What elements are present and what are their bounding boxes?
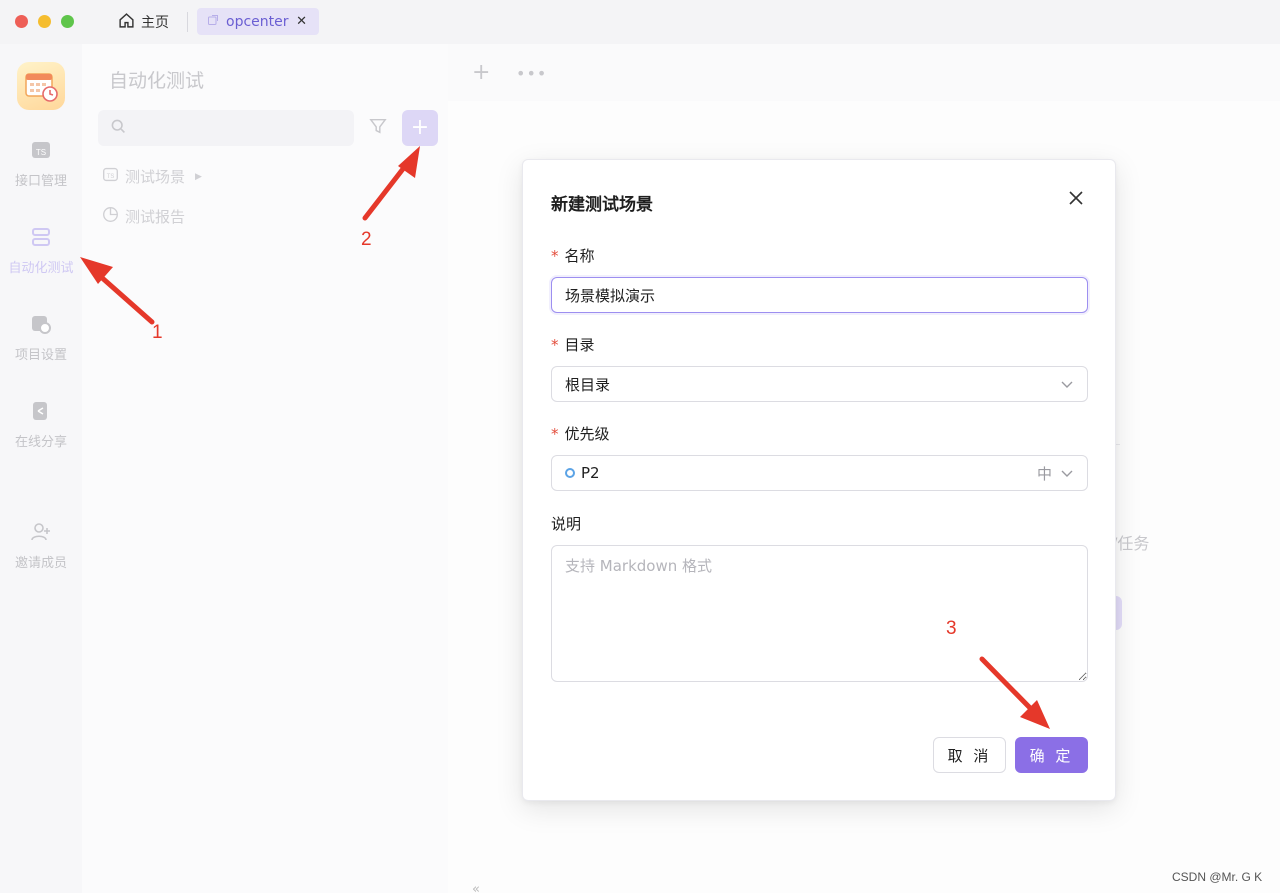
app-logo — [17, 62, 65, 110]
priority-dot-icon — [565, 468, 575, 478]
tree-item-test-scenario[interactable]: TS 测试场景 ▶ — [102, 166, 202, 187]
annotation-step-2: 2 — [361, 229, 372, 250]
directory-field-label: * 目录 — [551, 334, 595, 355]
name-label-text: 名称 — [564, 247, 595, 265]
tab-opcenter-label: opcenter — [226, 13, 289, 30]
confirm-button[interactable]: 确 定 — [1015, 737, 1088, 773]
nav-item-label: 接口管理 — [14, 174, 67, 189]
required-mark: * — [551, 424, 559, 443]
tab-opcenter[interactable]: opcenter ✕ — [197, 8, 319, 35]
nav-item-automation-test[interactable]: 自动化测试 — [0, 227, 82, 276]
chevron-down-icon — [1060, 466, 1074, 480]
more-icon[interactable]: ••• — [516, 64, 547, 83]
new-tab-plus-icon[interactable]: + — [472, 62, 490, 84]
svg-text:TS: TS — [36, 148, 46, 157]
dialog-close-button[interactable] — [1066, 190, 1086, 210]
new-scenario-dialog: 新建测试场景 * 名称 * 目录 根目录 * 优先级 P2 中 说明 取 消 确… — [522, 159, 1116, 801]
required-mark: * — [551, 246, 559, 265]
close-window-button[interactable] — [15, 15, 28, 28]
report-pie-icon — [102, 206, 119, 227]
tab-close-icon[interactable]: ✕ — [296, 14, 307, 29]
tree-item-test-report[interactable]: 测试报告 — [102, 206, 185, 227]
external-link-icon — [207, 14, 219, 30]
annotation-step-3: 3 — [946, 618, 957, 639]
scenario-icon: TS — [102, 166, 119, 187]
invite-member-icon — [31, 522, 51, 546]
priority-select[interactable]: P2 中 — [551, 455, 1088, 491]
description-label-text: 说明 — [551, 515, 582, 533]
filter-button[interactable] — [364, 111, 392, 145]
tab-divider — [187, 12, 188, 32]
description-field-label: 说明 — [551, 513, 581, 534]
add-scenario-button[interactable]: + — [402, 110, 438, 146]
tab-home[interactable]: 主页 — [118, 11, 169, 33]
name-field-label: * 名称 — [551, 245, 595, 266]
name-input[interactable] — [551, 277, 1088, 313]
minimize-window-button[interactable] — [38, 15, 51, 28]
nav-item-label: 项目设置 — [14, 348, 67, 363]
nav-item-invite-members[interactable]: 邀请成员 — [0, 522, 82, 571]
tab-home-label: 主页 — [141, 15, 169, 31]
tree-item-label: 测试报告 — [125, 208, 186, 226]
nav-item-project-settings[interactable]: 项目设置 — [0, 314, 82, 363]
filter-icon — [369, 117, 387, 139]
main-toolbar: + ••• — [448, 44, 1280, 101]
automation-icon — [31, 227, 51, 251]
share-icon — [31, 401, 51, 425]
annotation-step-1: 1 — [152, 322, 163, 343]
project-settings-icon — [31, 314, 51, 338]
nav-item-label: 在线分享 — [14, 435, 67, 450]
watermark: CSDN @Mr. G K — [1172, 870, 1263, 884]
api-icon: TS — [31, 140, 51, 164]
directory-select-value: 根目录 — [565, 375, 611, 394]
tree-item-label: 测试场景 — [125, 168, 186, 186]
close-icon — [1068, 190, 1084, 210]
cancel-button[interactable]: 取 消 — [933, 737, 1006, 773]
panel-title: 自动化测试 — [109, 70, 205, 92]
priority-label-text: 优先级 — [564, 425, 610, 443]
priority-select-value: P2 — [581, 464, 600, 482]
nav-item-online-share[interactable]: 在线分享 — [0, 401, 82, 450]
priority-level-text: 中 — [1036, 464, 1052, 483]
collapse-icon[interactable]: « — [472, 882, 480, 893]
nav-item-label: 自动化测试 — [8, 261, 74, 276]
home-icon — [118, 12, 135, 33]
background-text: /任务 — [1112, 534, 1150, 553]
maximize-window-button[interactable] — [61, 15, 74, 28]
dialog-title: 新建测试场景 — [551, 195, 653, 215]
svg-text:TS: TS — [107, 174, 115, 180]
automation-side-panel: 自动化测试 + TS 测试场景 ▶ 测试报告 — [82, 44, 448, 893]
window-titlebar: 主页 opcenter ✕ — [0, 0, 1280, 44]
search-icon — [110, 118, 126, 138]
nav-item-api-management[interactable]: TS 接口管理 — [0, 140, 82, 189]
left-navigation: TS 接口管理 自动化测试 项目设置 在线分享 邀请成员 — [0, 44, 82, 893]
nav-item-label: 邀请成员 — [14, 556, 67, 571]
directory-label-text: 目录 — [564, 336, 595, 354]
description-textarea[interactable] — [551, 545, 1088, 682]
chevron-down-icon — [1060, 377, 1074, 391]
plus-icon: + — [410, 115, 430, 140]
required-mark: * — [551, 335, 559, 354]
caret-right-icon[interactable]: ▶ — [195, 172, 202, 182]
directory-select[interactable]: 根目录 — [551, 366, 1088, 402]
search-input[interactable] — [98, 110, 354, 146]
priority-field-label: * 优先级 — [551, 423, 610, 444]
